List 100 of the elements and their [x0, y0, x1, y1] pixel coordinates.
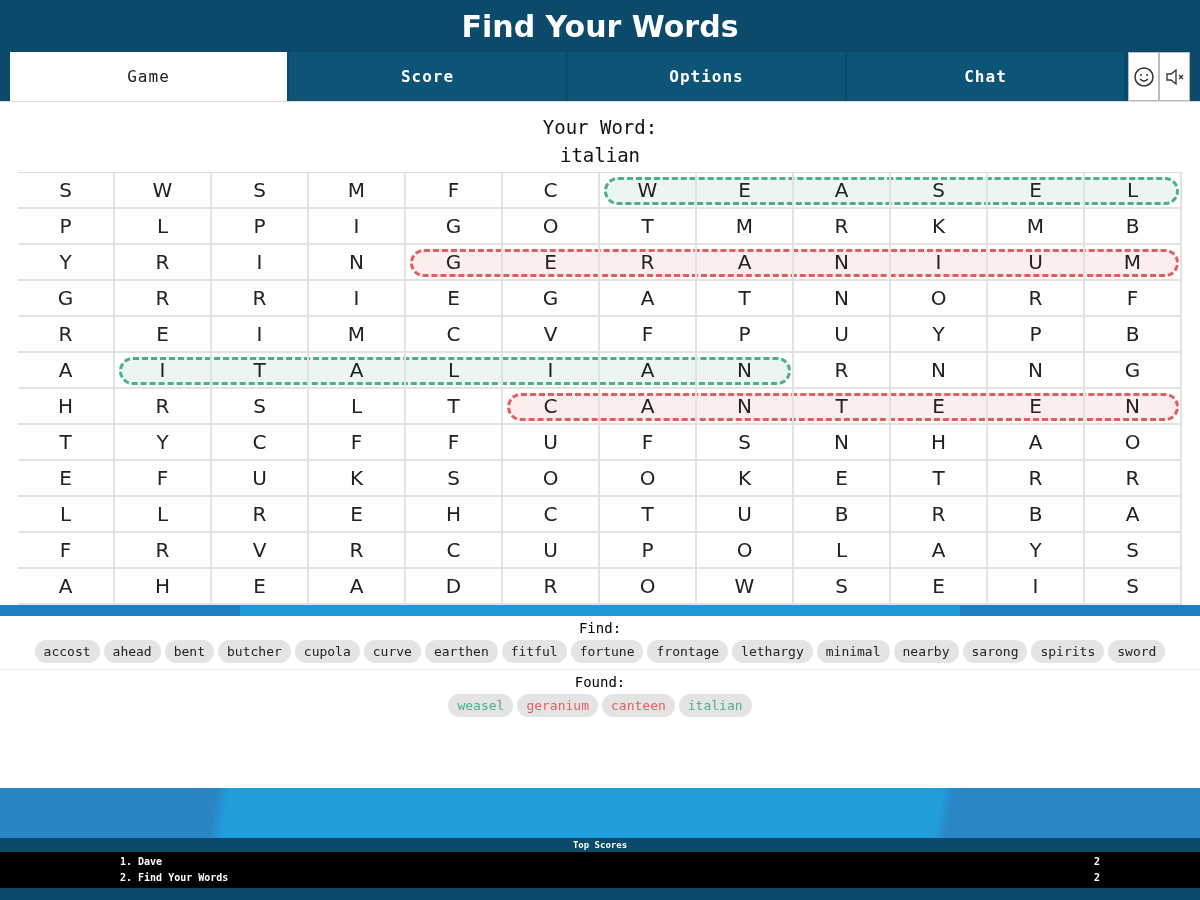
letter-cell[interactable]: S — [697, 425, 794, 461]
letter-cell[interactable]: T — [406, 389, 503, 425]
letter-cell[interactable]: B — [988, 497, 1085, 533]
letter-cell[interactable]: T — [212, 353, 309, 389]
letter-cell[interactable]: O — [891, 281, 988, 317]
letter-cell[interactable]: G — [1085, 353, 1182, 389]
letter-cell[interactable]: E — [891, 389, 988, 425]
letter-cell[interactable]: E — [503, 245, 600, 281]
letter-cell[interactable]: E — [697, 173, 794, 209]
letter-cell[interactable]: O — [697, 533, 794, 569]
letter-cell[interactable]: M — [309, 173, 406, 209]
letter-cell[interactable]: A — [600, 353, 697, 389]
letter-cell[interactable]: N — [891, 353, 988, 389]
letter-cell[interactable]: F — [115, 461, 212, 497]
tab[interactable]: Chat — [847, 52, 1124, 101]
tab[interactable]: Game — [10, 52, 287, 101]
letter-cell[interactable]: E — [794, 461, 891, 497]
letter-cell[interactable]: V — [503, 317, 600, 353]
tab[interactable]: Options — [568, 52, 845, 101]
letter-cell[interactable]: U — [697, 497, 794, 533]
letter-cell[interactable]: Y — [18, 245, 115, 281]
letter-cell[interactable]: L — [794, 533, 891, 569]
letter-cell[interactable]: G — [18, 281, 115, 317]
letter-cell[interactable]: T — [600, 497, 697, 533]
letter-cell[interactable]: R — [212, 497, 309, 533]
letter-cell[interactable]: R — [794, 353, 891, 389]
letter-cell[interactable]: F — [600, 425, 697, 461]
letter-cell[interactable]: R — [115, 245, 212, 281]
letter-cell[interactable]: R — [891, 497, 988, 533]
letter-cell[interactable]: G — [503, 281, 600, 317]
letter-cell[interactable]: O — [1085, 425, 1182, 461]
smiley-icon[interactable] — [1128, 52, 1159, 101]
letter-cell[interactable]: L — [115, 497, 212, 533]
letter-cell[interactable]: R — [18, 317, 115, 353]
letter-cell[interactable]: R — [988, 281, 1085, 317]
letter-cell[interactable]: A — [891, 533, 988, 569]
letter-cell[interactable]: R — [988, 461, 1085, 497]
letter-cell[interactable]: T — [697, 281, 794, 317]
letter-cell[interactable]: A — [988, 425, 1085, 461]
letter-cell[interactable]: I — [212, 245, 309, 281]
letter-cell[interactable]: L — [18, 497, 115, 533]
letter-cell[interactable]: U — [503, 425, 600, 461]
letter-cell[interactable]: U — [794, 317, 891, 353]
letter-cell[interactable]: L — [115, 209, 212, 245]
letter-cell[interactable]: U — [212, 461, 309, 497]
letter-cell[interactable]: R — [115, 281, 212, 317]
letter-cell[interactable]: F — [406, 173, 503, 209]
letter-cell[interactable]: W — [115, 173, 212, 209]
letter-cell[interactable]: I — [115, 353, 212, 389]
tab[interactable]: Score — [289, 52, 566, 101]
letter-cell[interactable]: P — [600, 533, 697, 569]
letter-cell[interactable]: N — [697, 353, 794, 389]
letter-cell[interactable]: F — [309, 425, 406, 461]
letter-cell[interactable]: K — [309, 461, 406, 497]
letter-cell[interactable]: Y — [988, 533, 1085, 569]
letter-cell[interactable]: A — [309, 353, 406, 389]
letter-cell[interactable]: Y — [891, 317, 988, 353]
letter-cell[interactable]: I — [212, 317, 309, 353]
letter-cell[interactable]: E — [115, 317, 212, 353]
letter-cell[interactable]: L — [1085, 173, 1182, 209]
letter-cell[interactable]: H — [891, 425, 988, 461]
letter-cell[interactable]: K — [697, 461, 794, 497]
letter-cell[interactable]: C — [406, 317, 503, 353]
letter-cell[interactable]: S — [406, 461, 503, 497]
mute-icon[interactable] — [1159, 52, 1190, 101]
letter-cell[interactable]: H — [18, 389, 115, 425]
letter-cell[interactable]: R — [600, 245, 697, 281]
letter-cell[interactable]: U — [988, 245, 1085, 281]
letter-cell[interactable]: A — [600, 389, 697, 425]
letter-cell[interactable]: I — [309, 209, 406, 245]
letter-cell[interactable]: W — [600, 173, 697, 209]
letter-cell[interactable]: E — [309, 497, 406, 533]
letter-cell[interactable]: T — [18, 425, 115, 461]
letter-cell[interactable]: E — [406, 281, 503, 317]
letter-cell[interactable]: E — [988, 389, 1085, 425]
letter-cell[interactable]: K — [891, 209, 988, 245]
letter-cell[interactable]: H — [406, 497, 503, 533]
letter-cell[interactable]: R — [115, 533, 212, 569]
letter-cell[interactable]: I — [503, 353, 600, 389]
letter-cell[interactable]: P — [18, 209, 115, 245]
letter-cell[interactable]: F — [1085, 281, 1182, 317]
letter-cell[interactable]: M — [1085, 245, 1182, 281]
letter-cell[interactable]: N — [1085, 389, 1182, 425]
letter-cell[interactable]: T — [891, 461, 988, 497]
letter-cell[interactable]: O — [503, 209, 600, 245]
letter-cell[interactable]: S — [18, 173, 115, 209]
letter-cell[interactable]: C — [503, 389, 600, 425]
letter-cell[interactable]: C — [212, 425, 309, 461]
letter-cell[interactable]: R — [309, 533, 406, 569]
letter-cell[interactable]: I — [891, 245, 988, 281]
letter-cell[interactable]: A — [600, 281, 697, 317]
letter-cell[interactable]: G — [406, 209, 503, 245]
letter-cell[interactable]: P — [988, 317, 1085, 353]
letter-cell[interactable]: B — [1085, 317, 1182, 353]
letter-cell[interactable]: T — [794, 389, 891, 425]
letter-cell[interactable]: P — [212, 209, 309, 245]
letter-cell[interactable]: M — [988, 209, 1085, 245]
letter-cell[interactable]: N — [794, 245, 891, 281]
letter-cell[interactable]: U — [503, 533, 600, 569]
letter-cell[interactable]: R — [212, 281, 309, 317]
